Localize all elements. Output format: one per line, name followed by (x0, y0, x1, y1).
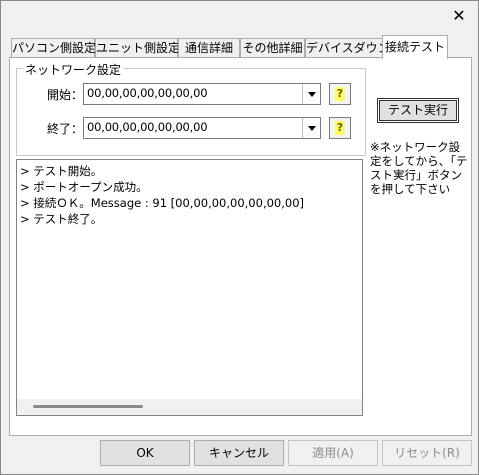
reset-button[interactable]: リセット(R) (382, 440, 472, 466)
group-title: ネットワーク設定 (23, 61, 124, 78)
instruction-note: ※ネットワーク設定をしてから、「テスト実行」ボタンを押して下さい (370, 140, 468, 196)
tab-panel-connection-test: ネットワーク設定 開始： 00,00,00,00,00,00,00 ? 終了： … (9, 57, 472, 436)
close-icon[interactable]: ✕ (450, 7, 468, 25)
log-line: > テスト終了。 (20, 212, 103, 226)
cancel-button[interactable]: キャンセル (194, 440, 284, 466)
start-address-value: 00,00,00,00,00,00,00 (87, 86, 208, 100)
tab-unit-settings[interactable]: ユニット側設定 (95, 38, 180, 58)
start-label: 開始： (47, 88, 84, 102)
run-test-button[interactable]: テスト実行 (377, 98, 459, 123)
ok-button[interactable]: OK (100, 440, 190, 466)
start-help-button[interactable]: ? (329, 83, 351, 105)
dialog-window: ✕ パソコン側設定 ユニット側設定 通信詳細 その他詳細 デバイスダウン 接続テ… (0, 0, 479, 475)
chevron-down-icon[interactable] (302, 118, 320, 138)
start-address-combo[interactable]: 00,00,00,00,00,00,00 (83, 83, 321, 105)
chevron-down-icon[interactable] (302, 84, 320, 104)
end-address-combo[interactable]: 00,00,00,00,00,00,00 (83, 117, 321, 139)
tab-comm-details[interactable]: 通信詳細 (178, 38, 240, 58)
help-icon: ? (335, 87, 345, 101)
end-label: 終了： (47, 122, 84, 136)
log-line: > テスト開始。 (20, 164, 103, 178)
tab-connection-test[interactable]: 接続テスト (382, 35, 448, 59)
horizontal-scrollbar[interactable] (17, 399, 362, 415)
end-help-button[interactable]: ? (329, 117, 351, 139)
tab-pc-settings[interactable]: パソコン側設定 (11, 38, 96, 58)
apply-button[interactable]: 適用(A) (288, 440, 378, 466)
tab-device-download[interactable]: デバイスダウン (305, 38, 390, 58)
help-icon: ? (335, 121, 345, 135)
log-line: > ポートオープン成功。 (20, 180, 148, 194)
network-settings-group: ネットワーク設定 開始： 00,00,00,00,00,00,00 ? 終了： … (16, 61, 366, 156)
scrollbar-thumb[interactable] (33, 405, 143, 408)
tab-other-details[interactable]: その他詳細 (240, 38, 305, 58)
log-output[interactable]: > テスト開始。 > ポートオープン成功。 > 接続ＯＫ。Message : 9… (16, 159, 363, 416)
end-address-value: 00,00,00,00,00,00,00 (87, 120, 208, 134)
log-line: > 接続ＯＫ。Message : 91 [00,00,00,00,00,00,0… (20, 196, 305, 210)
